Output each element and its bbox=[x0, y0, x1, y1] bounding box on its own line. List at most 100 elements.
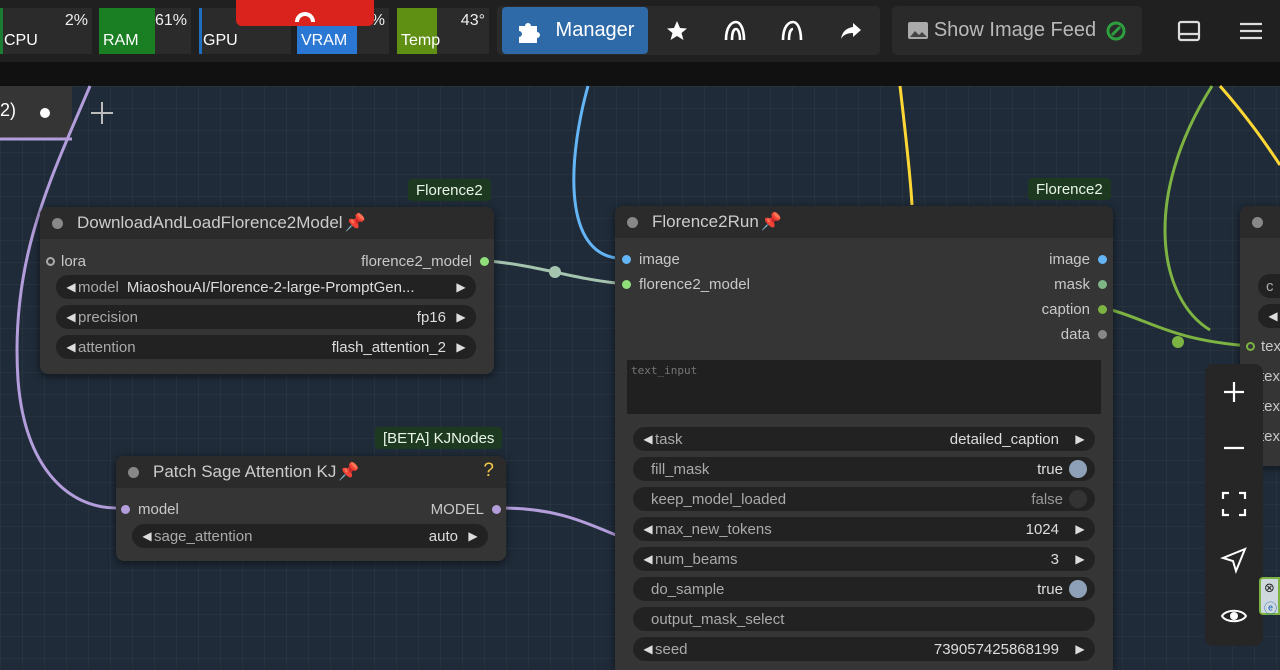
model-output-dot[interactable] bbox=[492, 504, 501, 514]
download-florence2-node[interactable]: DownloadAndLoadFlorence2Model 📌 lora flor… bbox=[40, 207, 494, 374]
model-output[interactable]: MODEL bbox=[431, 500, 501, 518]
florence2-run-node[interactable]: Florence2Run 📌 image florence2_model imag… bbox=[615, 206, 1113, 670]
widget-name: c bbox=[1266, 277, 1274, 295]
star-button[interactable] bbox=[653, 7, 701, 54]
output-mask-select-widget[interactable]: output_mask_select bbox=[633, 607, 1095, 631]
help-icon[interactable]: ? bbox=[483, 460, 494, 482]
caption-output-dot[interactable] bbox=[1098, 304, 1107, 314]
partial-text-input[interactable]: tex bbox=[1246, 337, 1280, 355]
left-arrow-icon[interactable]: ◀ bbox=[1266, 309, 1280, 323]
menu-button[interactable] bbox=[1228, 7, 1274, 54]
task-widget[interactable]: ◀ task detailed_caption ▶ bbox=[633, 427, 1095, 451]
right-arrow-icon[interactable]: ▶ bbox=[454, 340, 468, 354]
data-output[interactable]: data bbox=[1061, 325, 1107, 343]
toggle-panel-button[interactable] bbox=[1166, 7, 1212, 54]
toggle-links-button[interactable] bbox=[1205, 588, 1263, 644]
output-slot-dot[interactable] bbox=[480, 256, 489, 266]
left-arrow-icon[interactable]: ◀ bbox=[641, 552, 655, 566]
left-arrow-icon[interactable]: ◀ bbox=[64, 310, 78, 324]
widget-name: sage_attention bbox=[154, 527, 253, 545]
max-new-tokens-widget[interactable]: ◀ max_new_tokens 1024 ▶ bbox=[633, 517, 1095, 541]
right-arrow-icon[interactable]: ▶ bbox=[454, 310, 468, 324]
side-extension-tab[interactable]: ⊗ ⓔ bbox=[1259, 577, 1280, 617]
sage-attention-widget[interactable]: ◀ sage_attention auto ▶ bbox=[132, 524, 488, 548]
toggle-knob[interactable] bbox=[1069, 580, 1087, 598]
fit-view-button[interactable] bbox=[1205, 476, 1263, 532]
attention-widget[interactable]: ◀ attention flash_attention_2 ▶ bbox=[56, 335, 476, 359]
lora-input[interactable]: lora bbox=[46, 252, 86, 270]
toggle-knob[interactable] bbox=[1069, 490, 1087, 508]
image-slot-dot[interactable] bbox=[622, 254, 631, 264]
close-icon[interactable]: ⊗ bbox=[1264, 580, 1275, 596]
zoom-in-button[interactable] bbox=[1205, 364, 1263, 420]
left-arrow-icon[interactable]: ◀ bbox=[140, 529, 154, 543]
workflow-tab[interactable]: 2) bbox=[0, 86, 72, 138]
collapse-dot[interactable] bbox=[1252, 216, 1263, 228]
select-mode-button[interactable] bbox=[1205, 532, 1263, 588]
keep-model-loaded-toggle[interactable]: keep_model_loaded false bbox=[633, 487, 1095, 511]
collapse-dot[interactable] bbox=[128, 466, 139, 478]
text-input-field[interactable] bbox=[627, 360, 1101, 414]
mask-output[interactable]: mask bbox=[1054, 275, 1107, 293]
manager-label: Manager bbox=[555, 19, 635, 41]
widget-value: 739057425868199 bbox=[933, 640, 1059, 658]
partial-input-label: tex bbox=[1260, 397, 1280, 415]
data-output-dot[interactable] bbox=[1098, 329, 1107, 339]
text-slot-dot[interactable] bbox=[1246, 341, 1255, 351]
model-slot-dot[interactable] bbox=[121, 504, 130, 514]
partial-widget-2[interactable]: ◀ bbox=[1258, 304, 1280, 328]
right-arrow-icon[interactable]: ▶ bbox=[454, 280, 468, 294]
download-node-title[interactable]: DownloadAndLoadFlorence2Model 📌 bbox=[40, 207, 494, 239]
seed-widget[interactable]: ◀ seed 739057425868199 ▶ bbox=[633, 637, 1095, 661]
fill-mask-toggle[interactable]: fill_mask true bbox=[633, 457, 1095, 481]
run-node-title[interactable]: Florence2Run 📌 bbox=[615, 206, 1113, 238]
left-arrow-icon[interactable]: ◀ bbox=[64, 340, 78, 354]
patch-node-title[interactable]: Patch Sage Attention KJ 📌? bbox=[116, 456, 506, 488]
right-arrow-icon[interactable]: ▶ bbox=[466, 529, 480, 543]
model-widget[interactable]: ◀ model MiaoshouAI/Florence-2-large-Prompt… bbox=[56, 275, 476, 299]
right-arrow-icon[interactable]: ▶ bbox=[1073, 552, 1087, 566]
mask-output-dot[interactable] bbox=[1098, 279, 1107, 289]
caption-output[interactable]: caption bbox=[1042, 300, 1107, 318]
widget-name: task bbox=[655, 430, 683, 448]
manager-button[interactable]: Manager bbox=[502, 7, 648, 54]
share-button[interactable] bbox=[827, 7, 875, 54]
lora-slot-dot[interactable] bbox=[46, 256, 55, 266]
partial-node-title[interactable] bbox=[1240, 206, 1280, 238]
toggle-knob[interactable] bbox=[1069, 460, 1087, 478]
florence2-model-input[interactable]: florence2_model bbox=[622, 275, 750, 293]
left-arrow-icon[interactable]: ◀ bbox=[64, 280, 78, 294]
ram-label: RAM bbox=[103, 32, 139, 49]
partial-widget[interactable]: c bbox=[1258, 274, 1280, 298]
patch-node-title-text: Patch Sage Attention KJ bbox=[153, 462, 337, 481]
image-output-dot[interactable] bbox=[1098, 254, 1107, 264]
left-arrow-icon[interactable]: ◀ bbox=[641, 522, 655, 536]
model-download-button[interactable] bbox=[768, 7, 816, 54]
collapse-dot[interactable] bbox=[52, 217, 63, 229]
florence2-model-output[interactable]: florence2_model bbox=[361, 252, 489, 270]
right-arrow-icon[interactable]: ▶ bbox=[1073, 522, 1087, 536]
model-input[interactable]: model bbox=[121, 500, 179, 518]
do-sample-toggle[interactable]: do_sample true bbox=[633, 577, 1095, 601]
florence2-model-slot-dot[interactable] bbox=[622, 279, 631, 289]
image-output[interactable]: image bbox=[1049, 250, 1107, 268]
partial-input-2[interactable]: tex bbox=[1260, 367, 1280, 385]
left-arrow-icon[interactable]: ◀ bbox=[641, 642, 655, 656]
right-arrow-icon[interactable]: ▶ bbox=[1073, 642, 1087, 656]
collapse-dot[interactable] bbox=[627, 216, 638, 228]
show-image-feed-button[interactable]: Show Image Feed bbox=[892, 6, 1142, 55]
image-input[interactable]: image bbox=[622, 250, 680, 268]
queue-badge[interactable] bbox=[236, 0, 374, 26]
extension-icon[interactable]: ⓔ bbox=[1264, 598, 1277, 617]
zoom-out-button[interactable] bbox=[1205, 420, 1263, 476]
precision-widget[interactable]: ◀ precision fp16 ▶ bbox=[56, 305, 476, 329]
pin-icon: 📌 bbox=[344, 213, 366, 232]
model-manager-button[interactable] bbox=[711, 7, 759, 54]
partial-input-3[interactable]: tex bbox=[1260, 397, 1280, 415]
partial-input-4[interactable]: tex bbox=[1260, 427, 1280, 445]
new-tab-button[interactable] bbox=[89, 100, 115, 126]
patch-sage-attention-node[interactable]: Patch Sage Attention KJ 📌? model MODEL ◀ s… bbox=[116, 456, 506, 561]
num-beams-widget[interactable]: ◀ num_beams 3 ▶ bbox=[633, 547, 1095, 571]
left-arrow-icon[interactable]: ◀ bbox=[641, 432, 655, 446]
right-arrow-icon[interactable]: ▶ bbox=[1073, 432, 1087, 446]
